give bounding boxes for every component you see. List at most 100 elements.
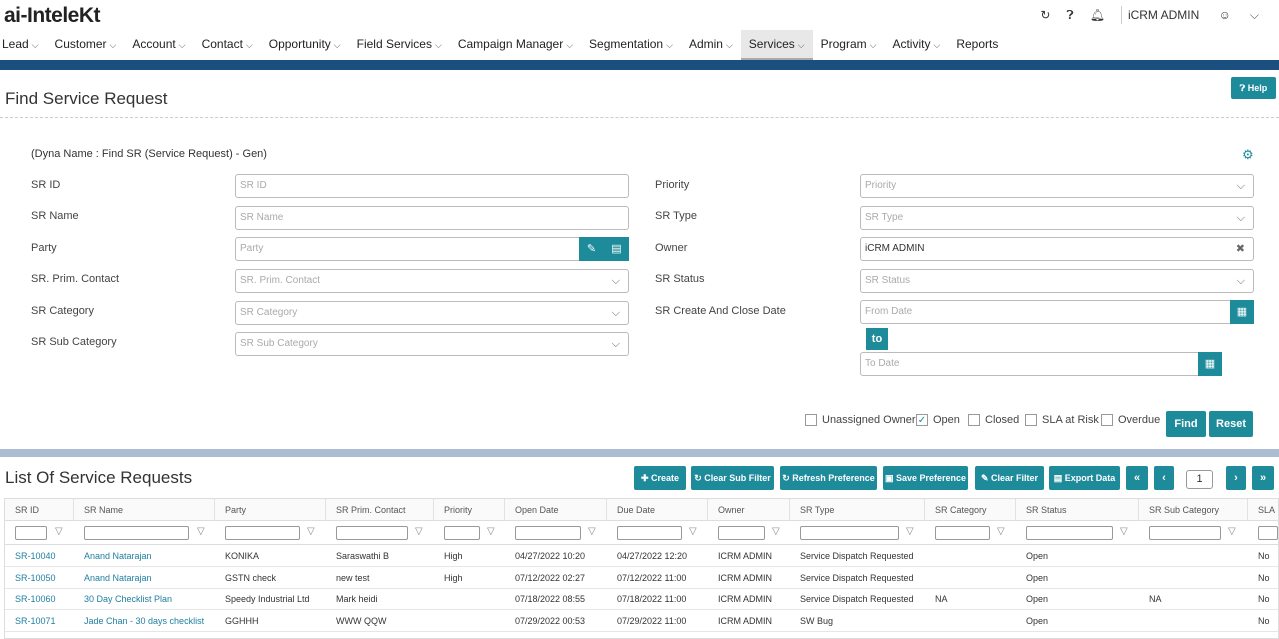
save-preference-button[interactable]: ▣ Save Preference [883,466,968,490]
help-button[interactable]: ❓︎ Help [1231,77,1276,99]
create-button[interactable]: ✚ Create [634,466,686,490]
prev-page-button[interactable]: ‹ [1154,466,1174,490]
overdue-checkbox[interactable]: Overdue [1101,414,1160,426]
party-input[interactable]: Party ✎ ▤ [235,237,629,261]
table-row[interactable]: SR-10060 30 Day Checklist Plan Speedy Indu… [5,589,1278,610]
id-card-icon[interactable]: ▤ [604,237,629,261]
sr-id-link[interactable]: SR-10070 [15,632,75,638]
nav-admin[interactable]: Admin ⌵ [681,30,741,60]
funnel-icon[interactable]: ▽ [689,526,697,537]
filter-input[interactable] [1149,526,1221,540]
table-row[interactable]: SR-10040 Anand Natarajan KONIKA Saraswathi … [5,546,1278,567]
nav-segmentation[interactable]: Segmentation ⌵ [581,30,681,60]
user-menu[interactable]: iCRM ADMIN ☺ ⌵ [1128,8,1275,23]
nav-services[interactable]: Services ⌵ [740,30,813,60]
status-select[interactable]: SR Status ⌵ [860,269,1254,293]
column-header[interactable]: SR Category [925,499,1016,521]
filter-input[interactable] [336,526,408,540]
funnel-icon[interactable]: ▽ [307,526,315,537]
sr-id-link[interactable]: SR-10040 [15,546,75,567]
column-header[interactable]: Due Date [607,499,708,521]
funnel-icon[interactable]: ▽ [588,526,596,537]
first-page-button[interactable]: « [1126,466,1148,490]
column-header[interactable]: SR ID [5,499,74,521]
bell-icon[interactable]: 🔔︎ [1090,8,1105,22]
column-header[interactable]: SLA [1248,499,1278,521]
funnel-icon[interactable]: ▽ [772,526,780,537]
sr-name-link[interactable]: Program template 001 [84,632,212,638]
filter-input[interactable] [718,526,765,540]
page-number[interactable]: 1 [1186,470,1213,489]
nav-campaign-manager[interactable]: Campaign Manager ⌵ [450,30,581,60]
column-header[interactable]: Party [215,499,326,521]
last-page-button[interactable]: » [1252,466,1274,490]
filter-input[interactable] [84,526,189,540]
table-row[interactable]: SR-10050 Anand Natarajan GSTN check new tes… [5,568,1278,589]
filter-input[interactable] [225,526,300,540]
refresh-icon[interactable]: ↻ [1040,8,1050,22]
sr-name-link[interactable]: Jade Chan - 30 days checklist [84,611,212,632]
filter-input[interactable] [444,526,480,540]
nav-opportunity[interactable]: Opportunity ⌵ [261,30,349,60]
sla-at-risk-checkbox[interactable]: SLA at Risk [1025,414,1099,426]
open-checkbox[interactable]: ✓ Open [916,414,960,426]
unassigned-owner-checkbox[interactable]: Unassigned Owner [805,414,916,426]
column-header[interactable]: SR Sub Category [1139,499,1248,521]
funnel-icon[interactable]: ▽ [487,526,495,537]
calendar-icon[interactable]: ▦ [1230,300,1254,324]
nav-lead[interactable]: Lead ⌵ [0,30,47,60]
export-data-button[interactable]: ▤ Export Data [1049,466,1120,490]
filter-input[interactable] [15,526,47,540]
nav-contact[interactable]: Contact ⌵ [194,30,261,60]
reset-button[interactable]: Reset [1209,411,1253,437]
sr-name-link[interactable]: 30 Day Checklist Plan [84,589,212,610]
sub-category-select[interactable]: SR Sub Category ⌵ [235,332,629,356]
nav-program[interactable]: Program ⌵ [813,30,885,60]
priority-select[interactable]: Priority ⌵ [860,174,1254,198]
sr-id-link[interactable]: SR-10060 [15,589,75,610]
funnel-icon[interactable]: ▽ [197,526,205,537]
refresh-preference-button[interactable]: ↻ Refresh Preference [780,466,877,490]
clear-sub-filter-button[interactable]: ↻ Clear Sub Filter [691,466,774,490]
category-select[interactable]: SR Category ⌵ [235,301,629,325]
find-button[interactable]: Find [1166,411,1206,437]
column-header[interactable]: SR Status [1016,499,1139,521]
next-page-button[interactable]: › [1226,466,1246,490]
sr-id-link[interactable]: SR-10050 [15,568,75,589]
funnel-icon[interactable]: ▽ [1120,526,1128,537]
filter-input[interactable] [1026,526,1113,540]
funnel-icon[interactable]: ▽ [1228,526,1236,537]
app-logo[interactable]: ai-InteleKt [4,4,101,28]
column-header[interactable]: Priority [434,499,505,521]
column-header[interactable]: SR Name [74,499,215,521]
filter-input[interactable] [935,526,990,540]
nav-account[interactable]: Account ⌵ [124,30,193,60]
nav-field-services[interactable]: Field Services ⌵ [349,30,450,60]
filter-input[interactable] [515,526,581,540]
funnel-icon[interactable]: ▽ [415,526,423,537]
filter-input[interactable] [800,526,899,540]
nav-customer[interactable]: Customer ⌵ [47,30,125,60]
gear-icon[interactable]: ⚙ [1242,147,1254,163]
funnel-icon[interactable]: ▽ [55,526,63,537]
column-header[interactable]: SR Type [790,499,925,521]
sr-id-link[interactable]: SR-10071 [15,611,75,632]
type-select[interactable]: SR Type ⌵ [860,206,1254,230]
clear-filter-button[interactable]: ✎ Clear Filter [975,466,1044,490]
column-header[interactable]: Owner [708,499,790,521]
from-date-input[interactable]: From Date ▦ [860,300,1254,324]
funnel-icon[interactable]: ▽ [906,526,914,537]
nav-activity[interactable]: Activity ⌵ [884,30,948,60]
sr-name-input[interactable]: SR Name [235,206,629,230]
to-date-input[interactable]: To Date ▦ [860,352,1222,376]
filter-input[interactable] [1258,526,1278,540]
table-row[interactable]: SR-10071 Jade Chan - 30 days checklist GGH… [5,611,1278,632]
eraser-icon[interactable]: ✎ [579,237,604,261]
clear-icon[interactable]: ✖ [1236,238,1245,260]
sr-name-link[interactable]: Anand Natarajan [84,546,212,567]
nav-reports[interactable]: Reports [948,30,1006,60]
calendar-icon[interactable]: ▦ [1198,352,1222,376]
table-row[interactable]: SR-10070 Program template 001 Speedy Indus… [5,632,1278,638]
funnel-icon[interactable]: ▽ [997,526,1005,537]
filter-input[interactable] [617,526,682,540]
